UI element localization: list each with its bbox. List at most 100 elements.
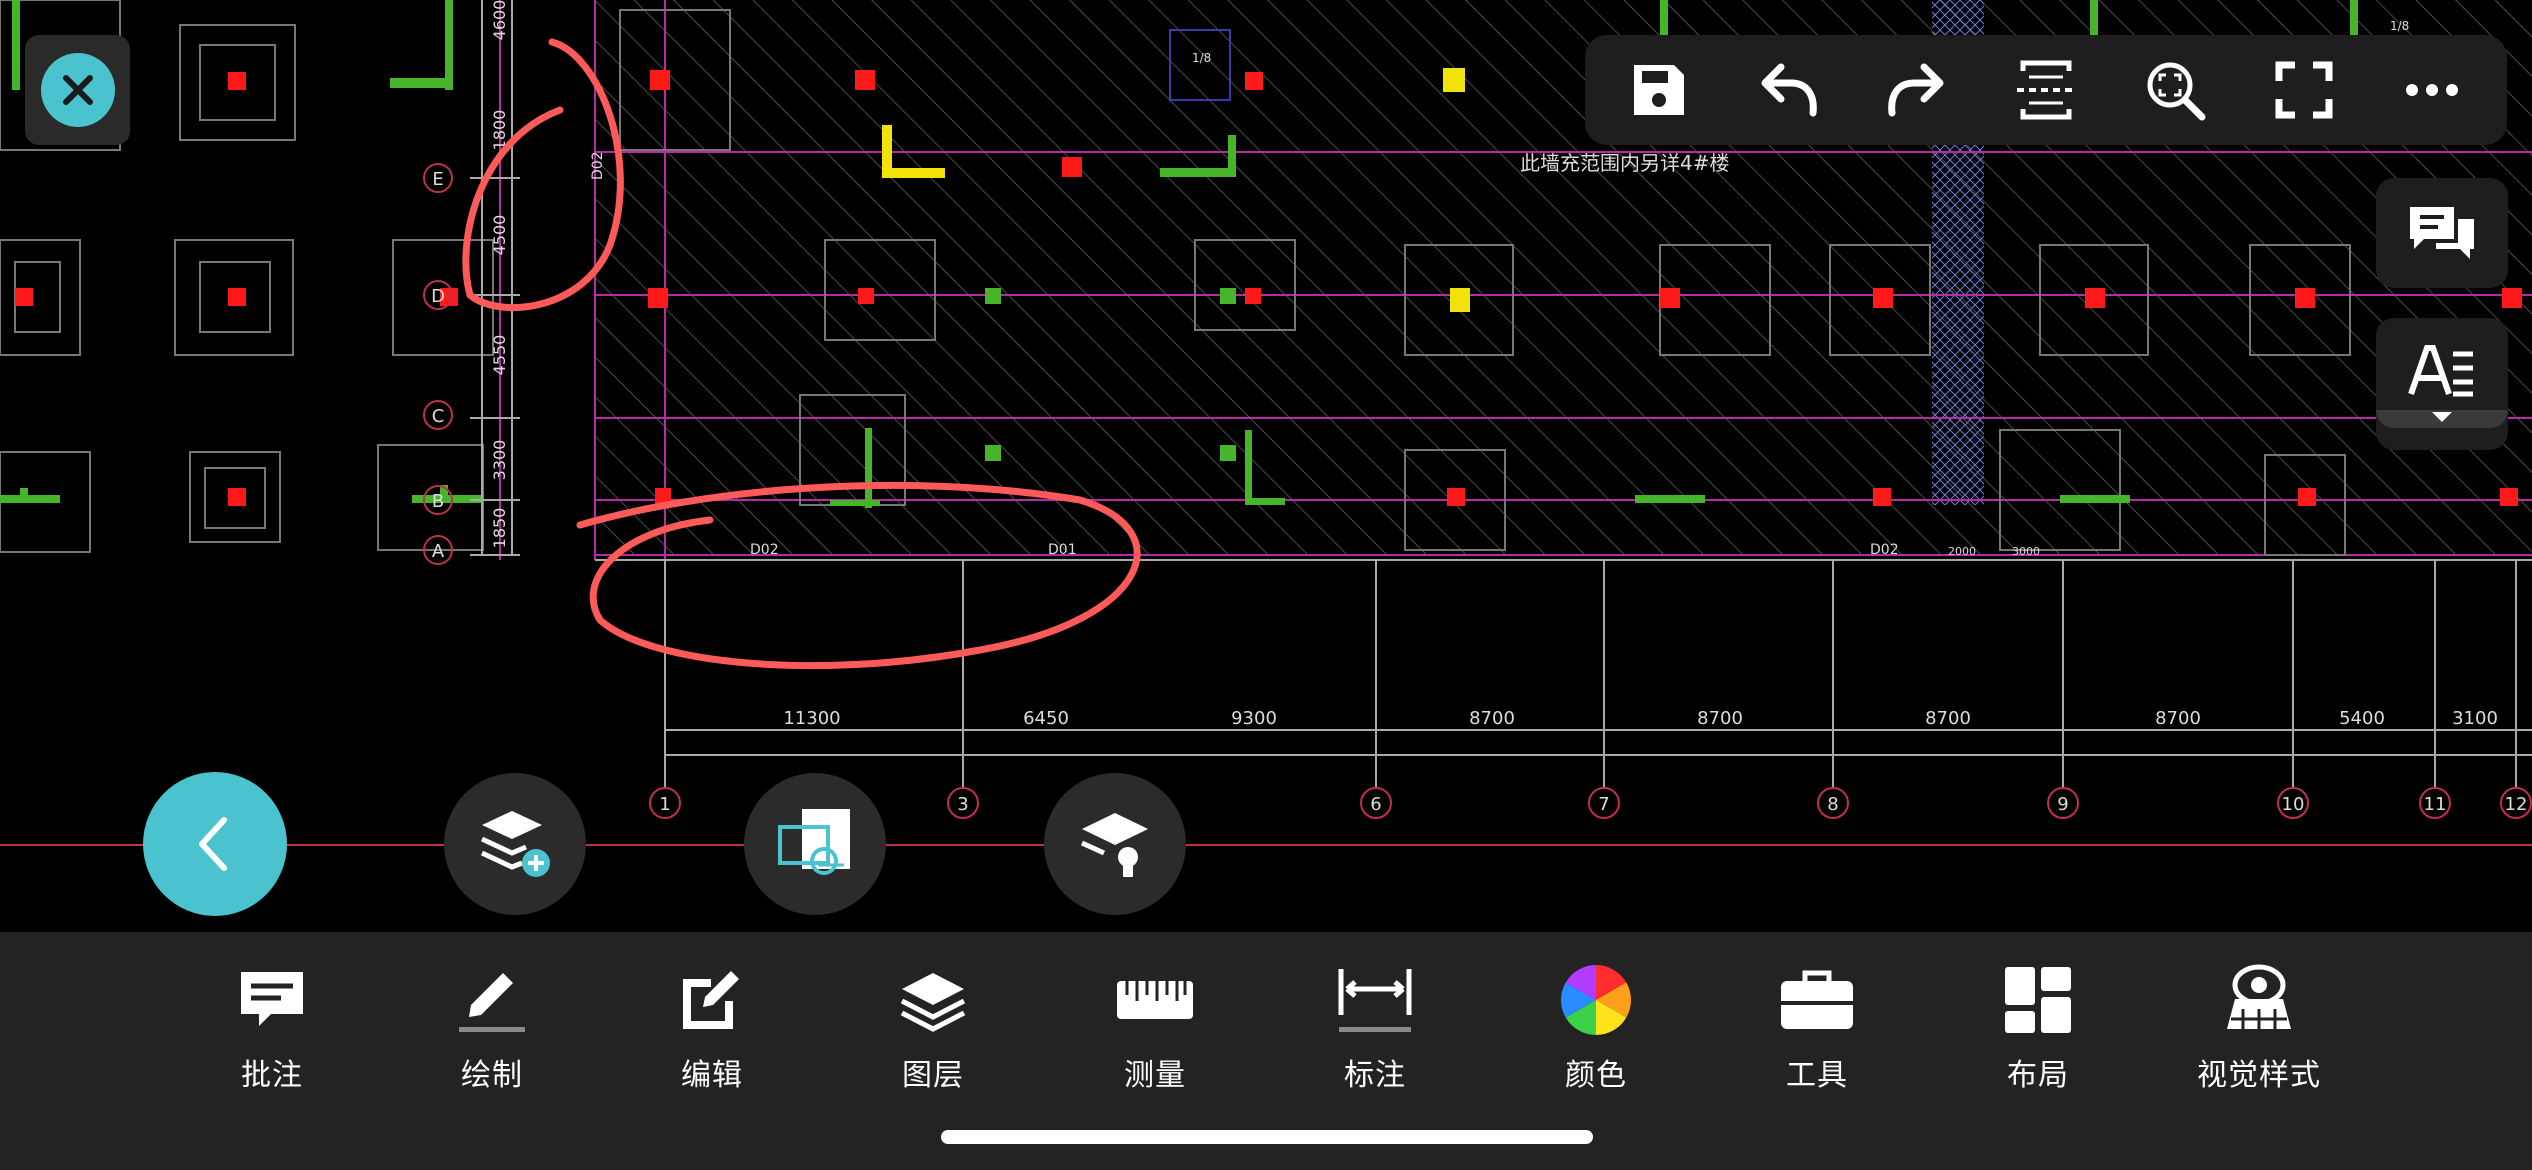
annotate-label: 批注 [241, 1058, 303, 1093]
layout-label: 布局 [2007, 1058, 2069, 1093]
section-scan-icon [2016, 60, 2075, 120]
visual-style-label: 视觉样式 [2197, 1058, 2321, 1093]
annotate-tool[interactable]: 批注 [192, 960, 352, 1094]
undo-icon [1761, 63, 1818, 117]
x-dimension-label: 8700 [2155, 708, 2201, 729]
chevron-left-icon [199, 817, 227, 871]
grid-column-label: 6 [1370, 794, 1381, 815]
x-dimension-label: 3100 [2452, 708, 2498, 729]
y-dimension-label: 4550 [490, 335, 509, 376]
dimension-tool[interactable]: 标注 [1295, 960, 1455, 1094]
grid-row-label: B [432, 491, 444, 512]
grid-column-label: 7 [1598, 794, 1609, 815]
toolbox-icon [1781, 970, 1853, 1029]
small-dim: 2000 [1948, 545, 1976, 558]
ruler-icon [1117, 981, 1193, 1019]
undo-button[interactable] [1733, 40, 1843, 140]
layers-add-icon [480, 811, 550, 877]
x-dimension-label: 8700 [1697, 708, 1743, 729]
color-wheel-icon [1561, 965, 1631, 1035]
edit-icon [683, 971, 739, 1029]
wall-tag-left: D02 [590, 151, 606, 180]
edit-label: 编辑 [681, 1058, 743, 1093]
top-toolbar [1585, 35, 2507, 145]
row-grid-bubbles: E D C B A [423, 163, 453, 565]
small-dim: 3000 [2012, 545, 2040, 558]
add-layer-button[interactable] [444, 773, 586, 915]
fullscreen-icon [2275, 61, 2333, 119]
home-indicator[interactable] [941, 1130, 1593, 1144]
close-button[interactable] [25, 35, 130, 145]
grid-row-label: C [432, 406, 445, 427]
dimension-label: 标注 [1344, 1058, 1406, 1093]
grid-column-label: 3 [957, 794, 968, 815]
comments-icon [2410, 207, 2474, 259]
bottom-dimension-lines [595, 559, 2532, 756]
draw-tool[interactable]: 绘制 [412, 960, 572, 1094]
grid-row-label: A [432, 541, 445, 562]
fullscreen-button[interactable] [2249, 40, 2359, 140]
y-dimension-label: 3300 [490, 440, 509, 481]
x-dimension-labels: 11300 6450 9300 8700 8700 8700 8700 5400 3100 [783, 708, 2498, 729]
y-dimension-label: 1850 [490, 508, 509, 549]
visual-style-icon [2227, 964, 2291, 1029]
chevron-down-icon [2376, 410, 2508, 428]
text-style-button[interactable] [2376, 318, 2508, 450]
grid-column-label: 8 [1827, 794, 1838, 815]
drawing-note: 此墙充范围内另详4#楼 [1520, 151, 1729, 175]
grid-column-label: 11 [2424, 794, 2447, 815]
comments-button[interactable] [2376, 178, 2508, 288]
measure-label: 测量 [1124, 1058, 1186, 1093]
wall-tag: D02 [750, 542, 779, 558]
grid-row-label: E [432, 169, 443, 190]
more-icon [2406, 84, 2459, 96]
redo-button[interactable] [1862, 40, 1972, 140]
draw-label: 绘制 [461, 1058, 523, 1093]
x-dimension-label: 11300 [783, 708, 840, 729]
x-dimension-label: 9300 [1231, 708, 1277, 729]
visual-style-tool[interactable]: 视觉样式 [2179, 960, 2339, 1094]
x-dimension-label: 6450 [1023, 708, 1069, 729]
close-icon [40, 53, 115, 127]
zoom-extents-icon [2147, 62, 2206, 121]
save-button[interactable] [1604, 40, 1714, 140]
wall-tag: D02 [1870, 542, 1899, 558]
layers-tool[interactable]: 图层 [853, 960, 1013, 1094]
tools-tool[interactable]: 工具 [1737, 960, 1897, 1094]
back-button[interactable] [143, 772, 287, 916]
window-zoom-button[interactable] [744, 773, 886, 915]
grid-column-label: 1 [659, 794, 670, 815]
layers-label: 图层 [902, 1058, 964, 1093]
layers-icon [900, 973, 966, 1032]
grid-column-label: 9 [2057, 794, 2068, 815]
y-dimension-label: 4600 [490, 0, 509, 40]
measure-tool[interactable]: 测量 [1075, 960, 1235, 1094]
zoom-extents-button[interactable] [2120, 40, 2230, 140]
y-dimension-label: 4500 [490, 215, 509, 256]
x-dimension-label: 5400 [2339, 708, 2385, 729]
window-zoom-icon [778, 809, 850, 875]
layer-bulb-icon [1080, 813, 1148, 877]
tools-label: 工具 [1786, 1058, 1848, 1093]
comment-icon [241, 972, 303, 1026]
wall-tag: D01 [1048, 542, 1077, 558]
text-style-icon [2408, 345, 2473, 397]
section-button[interactable] [1991, 40, 2101, 140]
grid-column-label: 10 [2282, 794, 2305, 815]
more-button[interactable] [2377, 40, 2487, 140]
layout-tool[interactable]: 布局 [1958, 960, 2118, 1094]
pencil-icon [459, 973, 525, 1032]
layout-icon [2005, 967, 2071, 1033]
edit-tool[interactable]: 编辑 [632, 960, 792, 1094]
color-tool[interactable]: 颜色 [1516, 960, 1676, 1094]
save-icon [1634, 65, 1685, 115]
color-label: 颜色 [1565, 1058, 1627, 1093]
grid-row-label: D [431, 286, 445, 307]
grid-column-label: 12 [2505, 794, 2528, 815]
tag-small-text-2: 1/8 [2390, 19, 2409, 33]
x-dimension-label: 8700 [1925, 708, 1971, 729]
dimension-icon [1338, 969, 1412, 1032]
layer-visibility-button[interactable] [1044, 773, 1186, 915]
tag-small-text: 1/8 [1192, 51, 1211, 65]
column-grid-bubbles: 1 3 6 7 8 9 10 11 12 [649, 560, 2532, 819]
